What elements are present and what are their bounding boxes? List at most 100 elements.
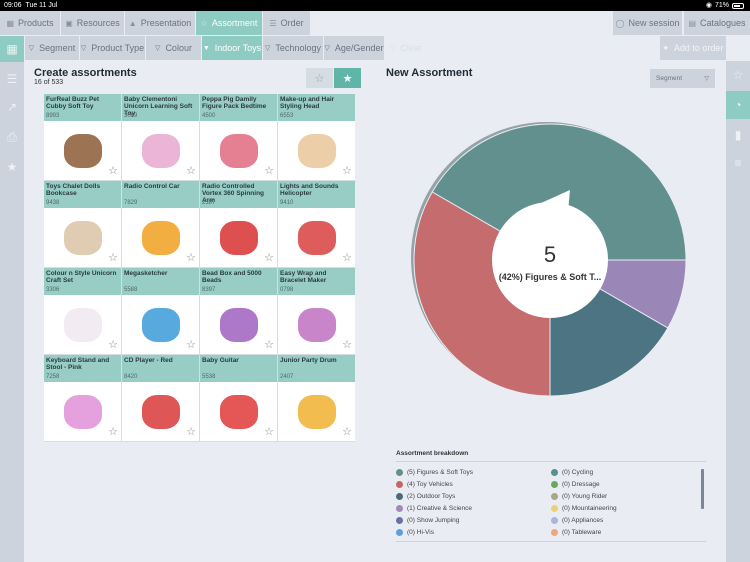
favorite-star-icon[interactable]: ☆: [186, 166, 196, 177]
favorite-star-icon[interactable]: ☆: [108, 166, 118, 177]
star-filled-icon: ★: [342, 72, 353, 85]
donut-center-label: (42%) Figures & Soft T...: [498, 272, 602, 282]
new-session-button[interactable]: ◯ New session: [613, 11, 682, 35]
filter-colour[interactable]: ▽ Colour: [146, 36, 201, 60]
legend-color-dot: [396, 468, 403, 476]
favorite-star-icon[interactable]: ☆: [264, 427, 274, 438]
add-to-order-button[interactable]: ★ Add to order: [660, 36, 726, 60]
product-header: Make-up and Hair Styling Head 6553: [278, 94, 355, 121]
rail-pie-chart[interactable]: ◔: [726, 91, 750, 119]
product-card[interactable]: CD Player - Red 8420 ☆: [122, 355, 199, 441]
product-card[interactable]: Colour n Style Unicorn Craft Set 3306 ☆: [44, 268, 121, 354]
rail-list[interactable]: ≡: [726, 149, 750, 177]
legend-item[interactable]: (4) Toy Vehicles: [396, 478, 551, 490]
legend-scrollbar[interactable]: [701, 469, 704, 509]
product-card[interactable]: FurReal Buzz Pet Cubby Soft Toy 8993 ☆: [44, 94, 121, 180]
product-card[interactable]: Radio Controlled Vortex 360 Spinning Arm…: [200, 181, 277, 267]
legend-label: (0) Mountaineering: [562, 504, 617, 512]
product-header: Toys Chalet Dolls Bookcase 9438: [44, 181, 121, 208]
legend-label: (0) Young Rider: [562, 492, 608, 500]
legend-item[interactable]: (0) Cycling: [551, 466, 706, 478]
product-card[interactable]: Toys Chalet Dolls Bookcase 9438 ☆: [44, 181, 121, 267]
filter-technology[interactable]: ▽ Technology: [263, 36, 323, 60]
rail-favorite-list[interactable]: ★: [0, 154, 24, 180]
tab-resources[interactable]: ▣ Resources: [61, 11, 124, 35]
filter-indoor-toys[interactable]: ▼ Indoor Toys: [202, 36, 262, 60]
product-header: Colour n Style Unicorn Craft Set 3306: [44, 268, 121, 295]
legend-item[interactable]: (5) Figures & Soft Toys: [396, 466, 551, 478]
favorite-star-icon[interactable]: ☆: [108, 253, 118, 264]
status-bar: 09:06 Tue 11 Jul ◉ 71%: [0, 0, 750, 11]
result-count: 16 of 533: [34, 79, 64, 86]
legend-item[interactable]: (0) Mountaineering: [551, 502, 706, 514]
legend-item[interactable]: (0) Tableware: [551, 526, 706, 538]
favorite-star-icon[interactable]: ☆: [186, 253, 196, 264]
favorite-star-icon[interactable]: ☆: [108, 427, 118, 438]
product-card[interactable]: Lights and Sounds Helicopter 9410 ☆: [278, 181, 355, 267]
product-card[interactable]: Make-up and Hair Styling Head 6553 ☆: [278, 94, 355, 180]
group-by-select[interactable]: Segment ▽: [650, 69, 715, 88]
favorite-star-icon[interactable]: ☆: [342, 340, 352, 351]
tab-presentation[interactable]: ▲ Presentation: [125, 11, 195, 35]
tab-order[interactable]: ☰ Order: [263, 11, 310, 35]
product-header: Bead Box and 5000 Beads 8397: [200, 268, 277, 295]
legend-color-dot: [551, 528, 558, 536]
product-thumbnail: [63, 307, 102, 342]
filter-segment[interactable]: ▽ Segment: [25, 36, 79, 60]
legend-item[interactable]: (0) Young Rider: [551, 490, 706, 502]
rail-bar-chart[interactable]: ▮: [726, 121, 750, 149]
button-label: Catalogues: [700, 18, 746, 28]
show-all-toggle[interactable]: ☆: [306, 68, 333, 88]
rail-share[interactable]: ↗: [0, 94, 24, 120]
favorite-star-icon[interactable]: ☆: [264, 166, 274, 177]
legend-label: (0) Show Jumping: [407, 516, 460, 524]
favorite-star-icon[interactable]: ☆: [342, 427, 352, 438]
favorite-star-icon[interactable]: ☆: [264, 253, 274, 264]
product-thumbnail: [63, 220, 102, 255]
product-card[interactable]: Keyboard Stand and Stool - Pink 7258 ☆: [44, 355, 121, 441]
legend-label: (1) Creative & Science: [407, 504, 473, 512]
filter-age-gender[interactable]: ▽ Age/Gender: [324, 36, 384, 60]
favorite-star-icon[interactable]: ☆: [342, 253, 352, 264]
favorite-star-icon[interactable]: ☆: [342, 166, 352, 177]
rail-print[interactable]: ⎙: [0, 124, 24, 150]
left-rail: ▦ ☰ ↗ ⎙ ★: [0, 36, 24, 562]
product-card[interactable]: Megasketcher 5588 ☆: [122, 268, 199, 354]
product-thumbnail: [219, 394, 258, 429]
filter-icon: ▽: [324, 45, 330, 52]
product-card[interactable]: Bead Box and 5000 Beads 8397 ☆: [200, 268, 277, 354]
product-header: Baby Clementoni Unicorn Learning Soft To…: [122, 94, 199, 121]
product-sku: 7258: [46, 374, 60, 380]
product-card[interactable]: Baby Clementoni Unicorn Learning Soft To…: [122, 94, 199, 180]
filter-product-type[interactable]: ▽ Product Type: [80, 36, 145, 60]
show-favorites-toggle[interactable]: ★: [334, 68, 361, 88]
legend-item[interactable]: (0) Hi-Vis: [396, 526, 551, 538]
legend-item[interactable]: (0) Show Jumping: [396, 514, 551, 526]
product-name: Peppa Pig Damily Figure Pack Bedtime: [202, 96, 267, 110]
product-card[interactable]: Easy Wrap and Bracelet Maker 0798 ☆: [278, 268, 355, 354]
legend-item[interactable]: (1) Creative & Science: [396, 502, 551, 514]
product-sku: 3069: [124, 113, 138, 119]
legend-item[interactable]: (2) Outdoor Toys: [396, 490, 551, 502]
rail-favorites[interactable]: ☆: [726, 61, 750, 89]
rail-layers[interactable]: ☰: [0, 66, 24, 92]
favorite-star-icon[interactable]: ☆: [186, 427, 196, 438]
product-card[interactable]: Baby Guitar 5538 ☆: [200, 355, 277, 441]
catalogues-button[interactable]: ▤ Catalogues: [684, 11, 750, 35]
clear-filters-button[interactable]: ▽ Clear: [386, 36, 426, 60]
product-card[interactable]: Peppa Pig Damily Figure Pack Bedtime 4500…: [200, 94, 277, 180]
legend-item[interactable]: (0) Dressage: [551, 478, 706, 490]
legend-label: (0) Cycling: [562, 468, 594, 476]
product-thumbnail: [63, 133, 102, 168]
favorite-star-icon[interactable]: ☆: [186, 340, 196, 351]
product-card[interactable]: Junior Party Drum 2407 ☆: [278, 355, 355, 441]
favorite-star-icon[interactable]: ☆: [108, 340, 118, 351]
tab-assortment[interactable]: ☆ Assortment: [196, 11, 262, 35]
legend-color-dot: [396, 492, 403, 500]
product-card[interactable]: Radio Control Car 7829 ☆: [122, 181, 199, 267]
tab-products[interactable]: ▦ Products: [0, 11, 60, 35]
favorite-star-icon[interactable]: ☆: [264, 340, 274, 351]
breakdown-legend: (5) Figures & Soft Toys (0) Cycling (4) To…: [396, 462, 706, 542]
legend-item[interactable]: (0) Appliances: [551, 514, 706, 526]
assortment-donut-chart[interactable]: [400, 120, 700, 420]
